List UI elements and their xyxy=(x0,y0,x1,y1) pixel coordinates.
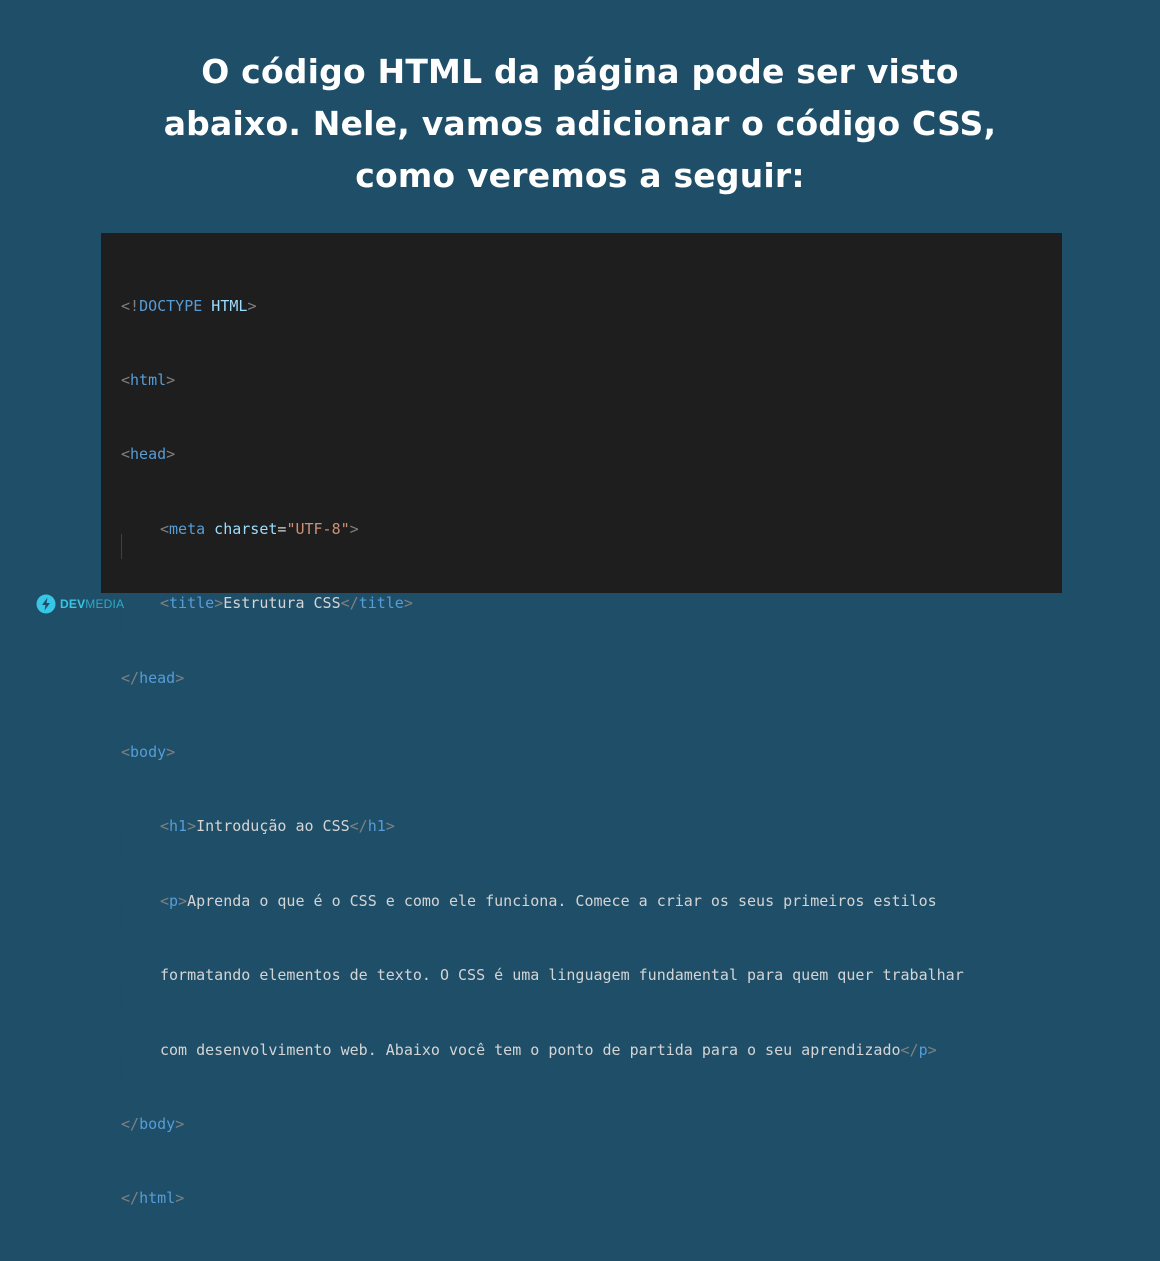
code-punct: < xyxy=(121,445,131,464)
code-punct: > xyxy=(166,370,176,389)
code-doctype-keyword: DOCTYPE xyxy=(139,296,203,315)
code-line-p-3: com desenvolvimento web. Abaixo você tem… xyxy=(121,1038,964,1080)
code-tag: title xyxy=(358,594,404,613)
headline-line-3: como veremos a seguir: xyxy=(355,156,805,195)
code-line-body-close: </body> xyxy=(121,1112,964,1137)
code-punct: < xyxy=(160,891,170,910)
code-punct: > xyxy=(247,296,257,315)
code-line-doctype: <!DOCTYPE HTML> xyxy=(121,294,964,319)
code-tag: body xyxy=(139,1114,176,1133)
code-text: formatando elementos de texto. O CSS é u… xyxy=(160,966,964,985)
code-line-html-open: <html> xyxy=(121,368,964,393)
code-line-head-open: <head> xyxy=(121,442,964,467)
code-string: "UTF-8" xyxy=(286,519,350,538)
code-tag: p xyxy=(169,891,179,910)
code-doctype-name: HTML xyxy=(202,296,248,315)
code-punct: > xyxy=(178,891,188,910)
headline-line-1: O código HTML da página pode ser visto xyxy=(201,52,959,91)
code-line-body-open: <body> xyxy=(121,740,964,765)
headline: O código HTML da página pode ser visto a… xyxy=(0,46,1160,202)
code-tag: head xyxy=(139,668,176,687)
headline-line-2: abaixo. Nele, vamos adicionar o código C… xyxy=(163,104,997,143)
code-punct: </ xyxy=(121,1189,140,1208)
code-punct: > xyxy=(166,742,176,761)
code-punct: > xyxy=(927,1040,937,1059)
code-punct: <! xyxy=(121,296,140,315)
code-tag: meta xyxy=(169,519,206,538)
brand-light: MEDIA xyxy=(85,597,125,611)
devmedia-wordmark: DEVMEDIA xyxy=(60,597,124,611)
code-punct: < xyxy=(121,370,131,389)
code-block: <!DOCTYPE HTML> <html> <head> <meta char… xyxy=(121,244,964,1261)
code-punct: < xyxy=(160,594,170,613)
code-text: Introdução ao CSS xyxy=(196,817,350,836)
code-punct: > xyxy=(385,817,395,836)
brand-bold: DEV xyxy=(60,597,86,611)
code-tag: h1 xyxy=(169,817,188,836)
code-punct: > xyxy=(175,1114,185,1133)
code-tag: head xyxy=(130,445,167,464)
code-line-p-2: formatando elementos de texto. O CSS é u… xyxy=(121,963,964,1005)
code-tag: html xyxy=(139,1189,176,1208)
code-punct: < xyxy=(160,519,170,538)
code-text: Estrutura CSS xyxy=(223,594,341,613)
code-punct: </ xyxy=(340,594,359,613)
code-line-p-1: <p>Aprenda o que é o CSS e como ele func… xyxy=(121,889,964,931)
code-attribute: charset xyxy=(205,519,278,538)
code-tag: p xyxy=(918,1040,928,1059)
code-panel: <!DOCTYPE HTML> <html> <head> <meta char… xyxy=(101,233,1062,1207)
code-punct: > xyxy=(349,519,359,538)
code-line-title: <title>Estrutura CSS</title> xyxy=(121,591,964,633)
code-punct: </ xyxy=(349,817,368,836)
code-punct: > xyxy=(214,594,224,613)
code-punct: </ xyxy=(121,1114,140,1133)
code-tag: h1 xyxy=(367,817,386,836)
code-tag: title xyxy=(169,594,215,613)
devmedia-bolt-icon xyxy=(36,594,56,614)
code-punct: </ xyxy=(121,668,140,687)
code-punct: > xyxy=(403,594,413,613)
code-punct: > xyxy=(175,668,185,687)
code-line-head-close: </head> xyxy=(121,666,964,691)
code-punct: < xyxy=(160,817,170,836)
code-text: com desenvolvimento web. Abaixo você tem… xyxy=(160,1040,901,1059)
code-line-html-close: </html> xyxy=(121,1186,964,1211)
code-punct: > xyxy=(166,445,176,464)
code-line-h1: <h1>Introdução ao CSS</h1> xyxy=(121,814,964,857)
code-punct: </ xyxy=(900,1040,919,1059)
code-line-meta: <meta charset="UTF-8"> xyxy=(121,517,964,559)
devmedia-logo: DEVMEDIA xyxy=(36,593,124,615)
code-punct: > xyxy=(187,817,197,836)
code-tag: html xyxy=(130,370,167,389)
code-punct: < xyxy=(121,742,131,761)
code-tag: body xyxy=(130,742,167,761)
code-text: Aprenda o que é o CSS e como ele funcion… xyxy=(187,891,937,910)
code-punct: > xyxy=(175,1189,185,1208)
